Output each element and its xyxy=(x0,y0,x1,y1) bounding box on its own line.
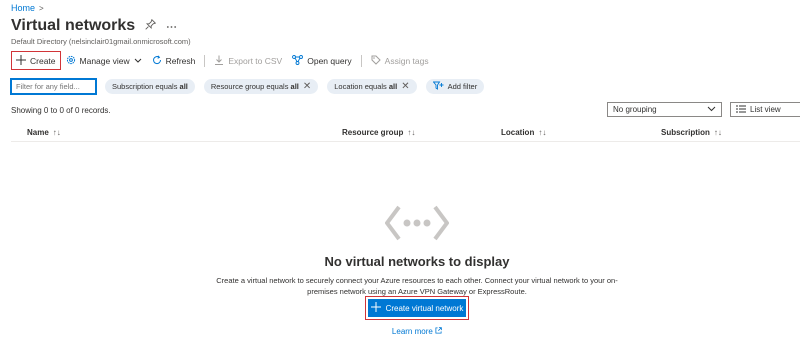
toolbar-divider xyxy=(204,54,206,67)
column-header-location[interactable]: Location ↑↓ xyxy=(501,128,546,137)
toolbar-divider xyxy=(360,54,362,67)
filter-pill-label: Subscription equals all xyxy=(112,82,188,91)
refresh-label: Refresh xyxy=(165,55,196,66)
filter-pill-subscription[interactable]: Subscription equals all xyxy=(105,79,195,94)
sort-icon: ↑↓ xyxy=(538,128,547,137)
sort-icon: ↑↓ xyxy=(713,128,722,137)
virtual-network-icon xyxy=(384,203,450,243)
more-options-icon[interactable] xyxy=(166,20,177,32)
breadcrumb: Home > xyxy=(11,3,44,13)
grouping-dropdown[interactable]: No grouping xyxy=(607,102,722,117)
record-count: Showing 0 to 0 of 0 records. xyxy=(11,106,111,115)
create-virtual-network-button[interactable]: Create virtual network xyxy=(368,299,466,317)
manage-view-label: Manage view xyxy=(79,55,130,66)
pin-icon[interactable] xyxy=(145,18,157,33)
gear-icon xyxy=(66,55,76,67)
add-filter-button[interactable]: Add filter xyxy=(425,79,485,94)
column-header-resource-group[interactable]: Resource group ↑↓ xyxy=(342,128,415,137)
learn-more-label: Learn more xyxy=(391,327,433,336)
assign-tags-button[interactable]: Assign tags xyxy=(366,51,434,70)
add-filter-label: Add filter xyxy=(447,82,478,91)
view-value: List view xyxy=(750,105,781,114)
chevron-down-icon xyxy=(707,105,716,114)
grouping-value: No grouping xyxy=(613,105,657,114)
create-virtual-network-highlight: Create virtual network xyxy=(365,296,469,320)
filter-pill-resource-group[interactable]: Resource group equals all ✕ xyxy=(203,79,319,94)
refresh-button[interactable]: Refresh xyxy=(147,51,201,70)
create-button-label: Create xyxy=(30,55,56,66)
plus-icon xyxy=(16,54,26,67)
export-csv-button[interactable]: Export to CSV xyxy=(209,51,287,70)
breadcrumb-separator: > xyxy=(39,3,44,13)
add-filter-icon xyxy=(432,81,444,92)
filter-pill-label: Location equals all xyxy=(334,82,398,91)
filter-input[interactable] xyxy=(10,78,97,95)
column-header-name[interactable]: Name ↑↓ xyxy=(27,128,61,137)
list-view-icon xyxy=(736,105,746,115)
empty-state-title: No virtual networks to display xyxy=(324,254,510,269)
create-button[interactable]: Create xyxy=(11,51,61,70)
sort-icon: ↑↓ xyxy=(52,128,61,137)
command-bar: Create Manage view Refresh Export to CSV… xyxy=(11,51,434,70)
table-header: Name ↑↓ Resource group ↑↓ Location ↑↓ Subsc… xyxy=(11,125,800,142)
tag-icon xyxy=(371,55,381,67)
close-icon[interactable]: ✕ xyxy=(401,81,409,92)
external-link-icon xyxy=(435,327,442,336)
learn-more-link[interactable]: Learn more xyxy=(0,327,800,336)
title-row: Virtual networks xyxy=(11,17,177,35)
assign-tags-label: Assign tags xyxy=(384,55,429,66)
export-csv-label: Export to CSV xyxy=(228,55,283,66)
breadcrumb-home-link[interactable]: Home xyxy=(11,3,35,13)
filter-pill-location[interactable]: Location equals all ✕ xyxy=(327,79,417,94)
query-icon xyxy=(292,54,304,67)
refresh-icon xyxy=(152,54,162,67)
page-title: Virtual networks xyxy=(11,17,136,34)
empty-state-description: Create a virtual network to securely con… xyxy=(216,276,618,296)
open-query-label: Open query xyxy=(307,55,352,66)
create-virtual-network-label: Create virtual network xyxy=(385,303,464,313)
column-header-subscription[interactable]: Subscription ↑↓ xyxy=(661,128,722,137)
download-icon xyxy=(214,55,224,67)
open-query-button[interactable]: Open query xyxy=(287,51,356,70)
filter-bar: Subscription equals all Resource group e… xyxy=(10,78,485,95)
close-icon[interactable]: ✕ xyxy=(303,81,311,92)
view-dropdown[interactable]: List view xyxy=(730,102,800,117)
filter-pill-label: Resource group equals all xyxy=(210,82,299,91)
sort-icon: ↑↓ xyxy=(407,128,416,137)
chevron-down-icon xyxy=(134,56,142,66)
manage-view-button[interactable]: Manage view xyxy=(61,51,147,70)
directory-subtitle: Default Directory (nelsinclair01gmail.on… xyxy=(11,37,191,46)
plus-icon xyxy=(370,302,381,314)
